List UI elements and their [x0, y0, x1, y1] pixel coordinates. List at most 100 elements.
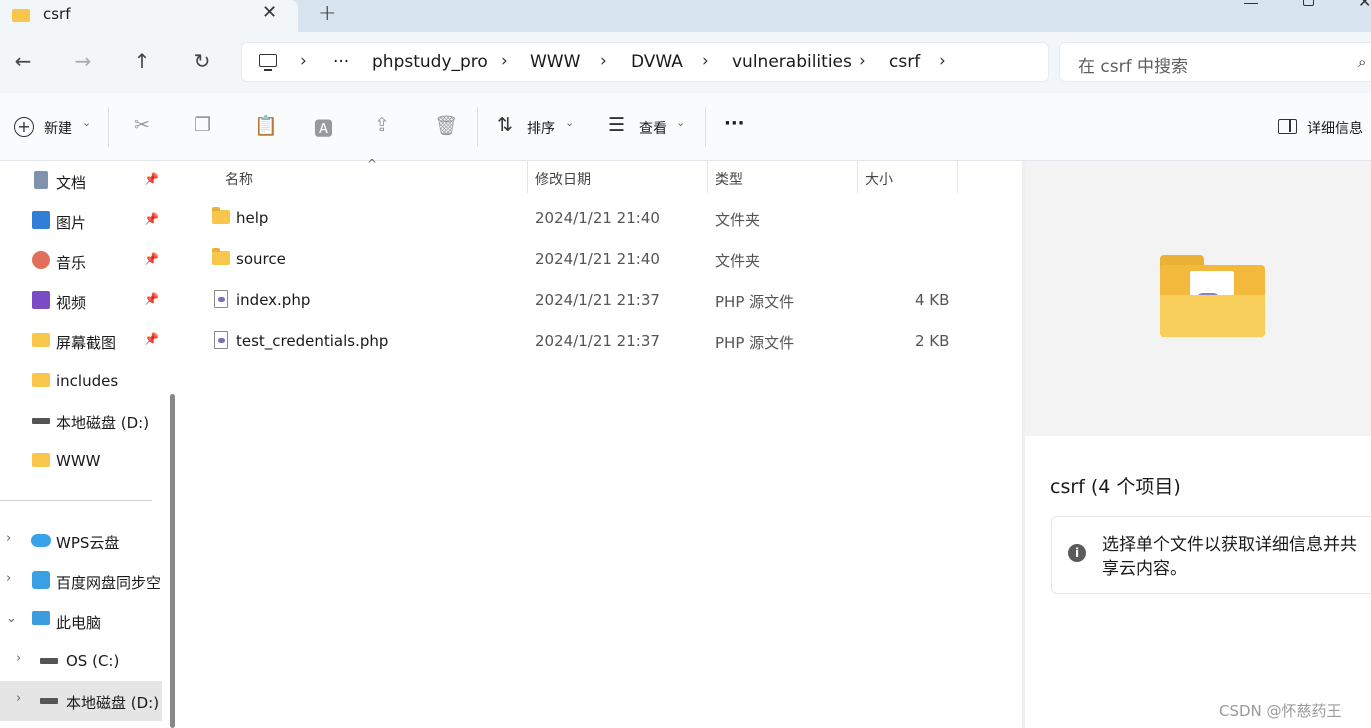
sidebar-item-documents[interactable]: 文档 📌 [0, 161, 162, 201]
breadcrumb-phpstudy-pro[interactable]: phpstudy_pro [372, 52, 488, 72]
sort-icon[interactable]: ⇅ [497, 114, 513, 136]
share-icon[interactable]: ⇪ [374, 114, 390, 136]
column-separator[interactable] [707, 161, 708, 193]
new-button[interactable]: 新建 [44, 118, 72, 138]
sort-indicator-icon: ^ [367, 157, 378, 171]
breadcrumb-csrf[interactable]: csrf [889, 52, 920, 72]
folder-icon [32, 333, 50, 347]
sidebar-item-screenshots[interactable]: 屏幕截图 📌 [0, 321, 162, 361]
drive-icon [40, 658, 58, 664]
search-input[interactable]: 在 csrf 中搜索 [1078, 52, 1188, 77]
cut-icon[interactable]: ✂ [134, 114, 150, 136]
pin-icon[interactable]: 📌 [144, 332, 159, 346]
address-bar[interactable]: › ··· phpstudy_pro › WWW › DVWA › vulner… [241, 42, 1049, 82]
sidebar-item-includes[interactable]: includes [0, 361, 162, 401]
file-date: 2024/1/21 21:37 [535, 332, 660, 350]
minimize-icon[interactable] [1244, 0, 1258, 4]
sidebar-item-label: 本地磁盘 (D:) [66, 694, 160, 712]
back-button[interactable]: ← [8, 46, 38, 76]
delete-icon[interactable]: 🗑 [434, 114, 458, 137]
column-separator[interactable] [857, 161, 858, 193]
breadcrumb-dvwa[interactable]: DVWA [631, 52, 683, 72]
sidebar-scrollbar[interactable] [170, 394, 175, 728]
sidebar-item-drive-c[interactable]: › OS (C:) [0, 641, 162, 681]
pin-icon[interactable]: 📌 [144, 172, 159, 186]
chevron-right-icon[interactable]: › [6, 571, 11, 586]
breadcrumb-separator[interactable]: › [501, 51, 508, 71]
sidebar-item-www[interactable]: WWW [0, 441, 162, 481]
baidu-icon [32, 571, 50, 589]
chevron-down-icon[interactable]: ⌄ [6, 611, 17, 626]
preview-area [1025, 161, 1371, 436]
breadcrumb-separator[interactable]: › [702, 51, 709, 71]
new-icon[interactable]: + [14, 117, 34, 137]
sidebar-item-pictures[interactable]: 图片 📌 [0, 201, 162, 241]
sidebar-item-drive-d[interactable]: 本地磁盘 (D:) [0, 401, 162, 441]
sidebar-item-baidu-sync[interactable]: › 百度网盘同步空 [0, 561, 162, 601]
column-separator[interactable] [527, 161, 528, 193]
php-file-icon [214, 331, 228, 349]
breadcrumb-separator[interactable]: › [600, 51, 607, 71]
pin-icon[interactable]: 📌 [144, 292, 159, 306]
sort-button[interactable]: 排序 [527, 118, 555, 138]
pin-icon[interactable]: 📌 [144, 212, 159, 226]
rename-icon[interactable]: 🅰 [314, 114, 333, 141]
folder-icon [12, 9, 30, 22]
copy-icon[interactable]: ❐ [194, 114, 211, 136]
chevron-right-icon[interactable]: › [6, 531, 11, 546]
forward-button[interactable]: → [68, 46, 98, 76]
computer-icon [32, 611, 50, 625]
chevron-down-icon[interactable]: ⌄ [565, 116, 574, 129]
sidebar-item-drive-d-selected[interactable]: › 本地磁盘 (D:) [0, 681, 162, 721]
file-name: index.php [236, 291, 311, 309]
documents-icon [34, 171, 48, 189]
view-icon[interactable]: ☰ [608, 114, 625, 136]
file-row-source[interactable]: source 2024/1/21 21:40 文件夹 [206, 240, 966, 280]
pin-icon[interactable]: 📌 [144, 252, 159, 266]
close-tab-icon[interactable]: ✕ [262, 2, 277, 23]
tab-csrf[interactable]: csrf ✕ [0, 0, 298, 32]
details-button[interactable]: 详细信息 [1307, 118, 1363, 138]
breadcrumb-overflow[interactable]: ··· [333, 52, 349, 72]
view-button[interactable]: 查看 [639, 118, 667, 138]
more-options-button[interactable]: ··· [724, 113, 745, 134]
column-header-name[interactable]: 名称 [225, 169, 253, 189]
breadcrumb-separator[interactable]: › [859, 51, 866, 71]
file-row-help[interactable]: help 2024/1/21 21:40 文件夹 [206, 199, 966, 239]
drive-icon [40, 698, 58, 704]
sidebar-item-this-pc[interactable]: ⌄ 此电脑 [0, 601, 162, 641]
divider [705, 107, 706, 147]
sidebar-item-videos[interactable]: 视频 📌 [0, 281, 162, 321]
file-date: 2024/1/21 21:40 [535, 250, 660, 268]
search-icon[interactable]: ⌕ [1358, 53, 1366, 71]
file-row-test-credentials-php[interactable]: test_credentials.php 2024/1/21 21:37 PHP… [206, 322, 966, 362]
chevron-right-icon[interactable]: › [16, 651, 21, 666]
monitor-icon[interactable] [259, 54, 277, 67]
column-separator[interactable] [957, 161, 958, 193]
up-button[interactable]: ↑ [127, 46, 157, 76]
maximize-icon[interactable] [1303, 0, 1314, 6]
breadcrumb-vulnerabilities[interactable]: vulnerabilities [732, 52, 852, 72]
details-pane-icon[interactable] [1278, 119, 1297, 134]
breadcrumb-separator[interactable]: › [300, 51, 307, 71]
new-tab-button[interactable]: + [318, 1, 336, 26]
close-window-icon[interactable]: ✕ [1358, 0, 1371, 11]
breadcrumb-www[interactable]: WWW [530, 52, 580, 72]
sidebar-item-label: includes [56, 372, 119, 390]
column-header-size[interactable]: 大小 [865, 169, 893, 189]
paste-icon[interactable]: 📋 [254, 114, 278, 137]
breadcrumb-separator[interactable]: › [939, 51, 946, 71]
file-date: 2024/1/21 21:37 [535, 291, 660, 309]
file-row-index-php[interactable]: index.php 2024/1/21 21:37 PHP 源文件 4 KB [206, 281, 966, 321]
sidebar-item-label: 文档 [56, 174, 87, 192]
refresh-button[interactable]: ↻ [187, 46, 217, 76]
column-header-date[interactable]: 修改日期 [535, 169, 591, 189]
chevron-down-icon[interactable]: ⌄ [82, 116, 91, 129]
sidebar-item-music[interactable]: 音乐 📌 [0, 241, 162, 281]
column-header-type[interactable]: 类型 [715, 169, 743, 189]
tab-title: csrf [43, 5, 71, 23]
search-box[interactable]: 在 csrf 中搜索 ⌕ [1059, 42, 1371, 82]
chevron-right-icon[interactable]: › [16, 691, 21, 706]
chevron-down-icon[interactable]: ⌄ [676, 116, 685, 129]
sidebar-item-wps-cloud[interactable]: › WPS云盘 [0, 521, 162, 561]
